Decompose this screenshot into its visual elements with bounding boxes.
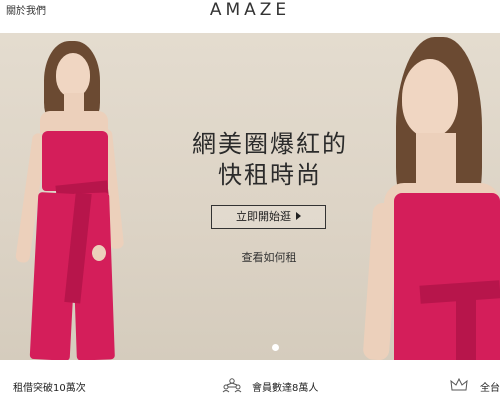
play-arrow-icon xyxy=(296,212,301,220)
start-shopping-label: 立即開始逛 xyxy=(236,210,291,223)
hero-headline: 網美圈爆紅的 快租時尚 xyxy=(170,129,370,191)
rentals-stat: 租借突破10萬次 xyxy=(13,383,86,394)
top-bar: 關於我們 AMAZE xyxy=(0,0,500,33)
left-model-photo xyxy=(0,33,160,360)
crown-icon xyxy=(450,378,468,391)
headline-line-2: 快租時尚 xyxy=(218,161,322,189)
stats-strip: 租借突破10萬次 會員數達8萬人 全台 xyxy=(0,360,500,415)
headline-line-1: 網美圈爆紅的 xyxy=(192,130,348,158)
people-network-icon xyxy=(222,378,242,393)
right-model-photo xyxy=(360,33,500,360)
start-shopping-button[interactable]: 立即開始逛 xyxy=(211,205,326,229)
third-stat: 全台 xyxy=(480,383,500,394)
hero-banner: 網美圈爆紅的 快租時尚 立即開始逛 查看如何租 xyxy=(0,33,500,360)
carousel-dot[interactable] xyxy=(272,344,279,351)
brand-logo[interactable]: AMAZE xyxy=(0,0,500,20)
how-to-rent-link[interactable]: 查看如何租 xyxy=(200,249,338,265)
members-stat: 會員數達8萬人 xyxy=(252,383,319,394)
